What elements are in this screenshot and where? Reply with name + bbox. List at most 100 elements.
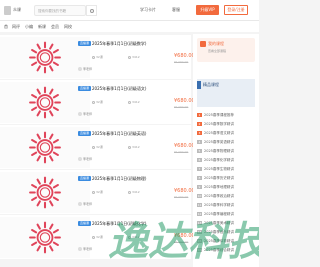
sidebar-item-label: 2025春季物理精讲 — [204, 149, 234, 153]
nav-item[interactable]: 会员 — [51, 24, 59, 30]
login-button[interactable]: 登录/注册 — [224, 5, 248, 15]
course-tag: 直播课 — [78, 41, 91, 46]
course-thumbnail[interactable] — [0, 82, 90, 123]
course-thumbnail[interactable] — [0, 217, 90, 258]
sun-icon — [29, 86, 61, 119]
sidebar-banner[interactable]: 精品课程 — [197, 79, 255, 107]
search-button[interactable] — [86, 5, 97, 16]
rank-badge: 6 — [197, 158, 202, 162]
rank-badge: 2 — [197, 122, 202, 126]
course-tag: 直播课 — [78, 221, 91, 226]
course-card[interactable]: 直播课 2025年春季1月1日(初级数学) 32课 3412 ¥680.00 ¥… — [0, 35, 195, 79]
sidebar-list-item[interactable]: 8 2025春季历史精讲 — [197, 175, 257, 182]
course-old-price: ¥1200.00 — [174, 150, 189, 154]
course-thumbnail[interactable] — [0, 172, 90, 213]
course-old-price: ¥1200.00 — [174, 60, 189, 64]
course-thumbnail[interactable] — [0, 37, 90, 78]
teacher-name: 李老师 — [83, 202, 93, 206]
rank-badge: 5 — [197, 149, 202, 153]
clock-icon — [92, 55, 95, 59]
teacher[interactable]: 李老师 — [78, 157, 92, 161]
sidebar-item-label: 2025春季政治精讲 — [204, 194, 234, 198]
lesson-count: 32课 — [92, 190, 103, 194]
course-title[interactable]: 2025年春季1月1日(初级语文) — [92, 86, 188, 91]
course-price: ¥680.00 — [174, 143, 195, 149]
sun-icon — [29, 41, 61, 74]
search-icon — [90, 9, 94, 13]
course-card[interactable]: 直播课 2025年春季1月1日(初级语文) 32课 3412 ¥680.00 ¥… — [0, 80, 195, 124]
nav-item[interactable]: 网校 — [64, 24, 72, 30]
lesson-count-text: 32课 — [96, 190, 103, 194]
nav-item[interactable]: 网评 — [12, 24, 20, 30]
sun-icon — [29, 221, 61, 254]
teacher-name: 李老师 — [83, 67, 93, 71]
sidebar-list-item[interactable]: 1 2025春季课程推荐 — [197, 112, 257, 119]
search-input[interactable] — [38, 8, 78, 14]
nav-item[interactable]: 新课 — [38, 24, 46, 30]
banner-bar — [197, 81, 201, 89]
course-thumbnail[interactable] — [0, 127, 90, 168]
clock-icon — [92, 100, 95, 104]
user-icon — [128, 55, 131, 59]
teacher[interactable]: 李老师 — [78, 112, 92, 116]
top-bar: 众课 学习卡片 客服 升级VIP 登录/注册 — [0, 0, 259, 21]
sidebar-item-label: 2025春季数学精讲 — [204, 122, 234, 126]
teacher-name: 李老师 — [83, 247, 93, 251]
avatar — [78, 67, 82, 71]
my-course-card[interactable]: 我的课程 查看全部课程 — [197, 38, 255, 62]
sidebar-list-item[interactable]: 3 2025春季语文精讲 — [197, 130, 257, 137]
vip-button[interactable]: 升级VIP — [196, 5, 219, 15]
sidebar-list-item[interactable]: 2 2025春季数学精讲 — [197, 121, 257, 128]
main-nav: 首 网评 小编 新课 会员 网校 — [0, 21, 259, 32]
avatar — [78, 112, 82, 116]
lesson-count: 32课 — [92, 145, 103, 149]
course-old-price: ¥1200.00 — [174, 195, 189, 199]
student-count-text: 3412 — [132, 55, 140, 59]
card-title: 我的课程 — [208, 41, 224, 46]
student-count: 3412 — [128, 190, 140, 194]
watermark: 逸达科技 — [108, 219, 259, 265]
course-title[interactable]: 2025年春季1月1日(初级数学) — [92, 41, 188, 46]
link-card[interactable]: 学习卡片 — [140, 7, 156, 13]
user-icon — [128, 100, 131, 104]
link-service[interactable]: 客服 — [172, 7, 180, 13]
course-card[interactable]: 直播课 2025年春季1月1日(初级英语) 32课 3412 ¥680.00 ¥… — [0, 125, 195, 169]
course-price: ¥680.00 — [174, 98, 195, 104]
sidebar-item-label: 2025春季化学精讲 — [204, 158, 234, 162]
rank-badge: 8 — [197, 176, 202, 180]
lesson-count-text: 32课 — [96, 145, 103, 149]
user-icon — [128, 145, 131, 149]
rank-badge: 7 — [197, 167, 202, 171]
card-subtitle[interactable]: 查看全部课程 — [208, 49, 226, 53]
student-count-text: 3412 — [132, 190, 140, 194]
nav-item[interactable]: 小编 — [25, 24, 33, 30]
sidebar-list-item[interactable]: 5 2025春季物理精讲 — [197, 148, 257, 155]
course-old-price: ¥1200.00 — [174, 105, 189, 109]
lesson-count-text: 32课 — [96, 100, 103, 104]
course-title[interactable]: 2025年春季1月1日(初级物理) — [92, 176, 188, 181]
teacher[interactable]: 李老师 — [78, 67, 92, 71]
course-title[interactable]: 2025年春季1月1日(初级英语) — [92, 131, 188, 136]
teacher[interactable]: 李老师 — [78, 202, 92, 206]
lesson-count: 32课 — [92, 55, 103, 59]
sidebar-list-item[interactable]: 7 2025春季生物精讲 — [197, 166, 257, 173]
sidebar-item-label: 2025春季英语精讲 — [204, 140, 234, 144]
nav-item[interactable]: 首 — [4, 24, 8, 30]
rank-badge: 10 — [197, 194, 202, 198]
logo-icon[interactable] — [4, 6, 11, 15]
sidebar-list-item[interactable]: 4 2025春季英语精讲 — [197, 139, 257, 146]
sidebar-item-label: 2025春季历史精讲 — [204, 176, 234, 180]
rank-badge: 9 — [197, 185, 202, 189]
brand-name[interactable]: 众课 — [13, 7, 21, 13]
search-box[interactable] — [34, 5, 86, 16]
sidebar-list-item[interactable]: 10 2025春季政治精讲 — [197, 193, 257, 200]
sidebar-list-item[interactable]: 9 2025春季地理精讲 — [197, 184, 257, 191]
teacher[interactable]: 李老师 — [78, 247, 92, 251]
sun-icon — [29, 131, 61, 164]
clock-icon — [92, 235, 95, 239]
student-count: 3412 — [128, 100, 140, 104]
sun-icon — [29, 176, 61, 209]
sidebar-list-item[interactable]: 6 2025春季化学精讲 — [197, 157, 257, 164]
banner-label: 精品课程 — [203, 82, 219, 87]
sidebar-item-label: 2025春季地理精讲 — [204, 185, 234, 189]
